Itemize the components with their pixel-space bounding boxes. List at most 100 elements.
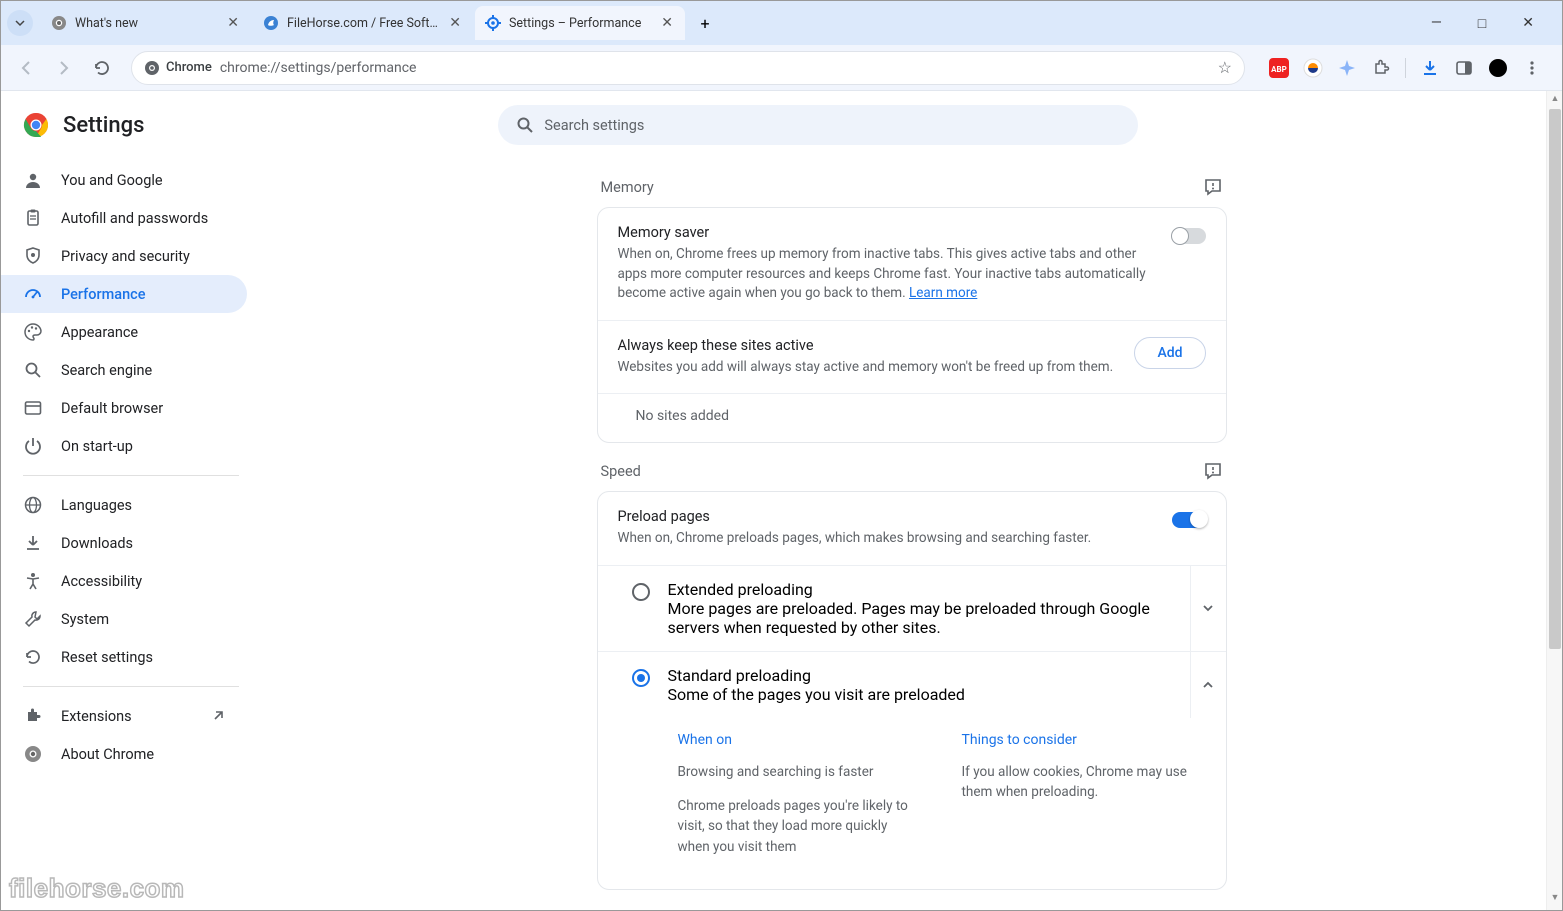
tab-whats-new[interactable]: What's new ✕ bbox=[41, 6, 251, 40]
clipboard-icon bbox=[23, 208, 43, 228]
close-tab-icon[interactable]: ✕ bbox=[447, 15, 463, 31]
maximize-button[interactable]: □ bbox=[1470, 11, 1494, 36]
close-window-button[interactable]: ✕ bbox=[1514, 11, 1542, 36]
scroll-down-arrow-icon[interactable]: ▼ bbox=[1547, 892, 1562, 908]
url-text: chrome://settings/performance bbox=[220, 60, 1210, 76]
omnibox[interactable]: Chrome chrome://settings/performance ☆ bbox=[131, 51, 1245, 85]
bookmark-star-icon[interactable]: ☆ bbox=[1218, 58, 1232, 77]
speed-card: Preload pages When on, Chrome preloads p… bbox=[597, 491, 1227, 890]
downloads-icon[interactable] bbox=[1420, 58, 1440, 78]
sidebar-item-label: You and Google bbox=[61, 172, 163, 189]
sidebar-item-appearance[interactable]: Appearance bbox=[1, 313, 247, 351]
memory-saver-desc: When on, Chrome frees up memory from ina… bbox=[618, 245, 1154, 304]
sidebar-item-autofill-and-passwords[interactable]: Autofill and passwords bbox=[1, 199, 247, 237]
similarweb-icon[interactable] bbox=[1303, 58, 1323, 78]
sidebar-item-label: Accessibility bbox=[61, 573, 142, 590]
section-heading-speed: Speed bbox=[601, 463, 641, 480]
standard-title: Standard preloading bbox=[668, 666, 1172, 685]
memory-saver-toggle[interactable] bbox=[1172, 228, 1206, 244]
chrome-menu-icon[interactable] bbox=[1522, 58, 1542, 78]
forward-button[interactable] bbox=[49, 53, 79, 83]
sidebar-item-you-and-google[interactable]: You and Google bbox=[1, 161, 247, 199]
settings-header: Settings Search settings bbox=[1, 91, 1562, 151]
sidebar-item-label: About Chrome bbox=[61, 746, 154, 763]
shield-icon bbox=[23, 246, 43, 266]
sidebar-item-label: Search engine bbox=[61, 362, 152, 379]
sidebar-item-label: Downloads bbox=[61, 535, 133, 552]
a11y-icon bbox=[23, 571, 43, 591]
when-on-text-1: Browsing and searching is faster bbox=[678, 762, 922, 782]
person-icon bbox=[23, 170, 43, 190]
download-icon bbox=[23, 533, 43, 553]
sidebar-item-on-start-up[interactable]: On start-up bbox=[1, 427, 247, 465]
sparkle-icon[interactable] bbox=[1337, 58, 1357, 78]
standard-preloading-option[interactable]: Standard preloading Some of the pages yo… bbox=[598, 652, 1226, 718]
sidebar-item-search-engine[interactable]: Search engine bbox=[1, 351, 247, 389]
gear-blue-icon bbox=[485, 15, 501, 31]
sidebar-item-label: Reset settings bbox=[61, 649, 153, 666]
ext-icon bbox=[23, 706, 43, 726]
scrollbar-thumb[interactable] bbox=[1549, 109, 1561, 649]
chrome-gray-icon bbox=[51, 15, 67, 31]
reload-button[interactable] bbox=[87, 53, 117, 83]
sidebar-item-label: Languages bbox=[61, 497, 132, 514]
extended-desc: More pages are preloaded. Pages may be p… bbox=[668, 599, 1172, 637]
sidebar-item-label: Extensions bbox=[61, 708, 132, 725]
new-tab-button[interactable]: + bbox=[691, 9, 719, 37]
tab-filehorse[interactable]: FileHorse.com / Free Software ✕ bbox=[253, 6, 473, 40]
browser-toolbar: Chrome chrome://settings/performance ☆ A… bbox=[1, 45, 1562, 91]
feedback-icon[interactable] bbox=[1203, 177, 1223, 197]
sidebar-item-about-chrome[interactable]: About Chrome bbox=[1, 735, 247, 773]
vertical-scrollbar[interactable]: ▲ ▼ bbox=[1546, 91, 1562, 910]
sidebar-item-accessibility[interactable]: Accessibility bbox=[1, 562, 247, 600]
preload-toggle[interactable] bbox=[1172, 512, 1206, 528]
close-tab-icon[interactable]: ✕ bbox=[659, 15, 675, 31]
profile-avatar-icon[interactable] bbox=[1488, 58, 1508, 78]
sidebar-item-default-browser[interactable]: Default browser bbox=[1, 389, 247, 427]
collapse-icon[interactable] bbox=[1190, 652, 1226, 718]
extensions-puzzle-icon[interactable] bbox=[1371, 58, 1391, 78]
extended-preloading-option[interactable]: Extended preloading More pages are prelo… bbox=[598, 566, 1226, 652]
close-tab-icon[interactable]: ✕ bbox=[225, 15, 241, 31]
search-icon bbox=[23, 360, 43, 380]
toolbar-divider bbox=[1405, 58, 1406, 78]
chrome-logo-icon bbox=[23, 112, 49, 138]
sidebar-item-performance[interactable]: Performance bbox=[1, 275, 247, 313]
site-chip: Chrome bbox=[144, 60, 212, 76]
expand-icon[interactable] bbox=[1190, 566, 1226, 651]
when-on-heading: When on bbox=[678, 732, 922, 748]
settings-pane: Memory Memory saver When on, Chrome free… bbox=[261, 151, 1562, 910]
minimize-button[interactable]: — bbox=[1423, 11, 1450, 36]
feedback-icon[interactable] bbox=[1203, 461, 1223, 481]
svg-text:ABP: ABP bbox=[1271, 65, 1287, 74]
side-panel-icon[interactable] bbox=[1454, 58, 1474, 78]
standard-desc: Some of the pages you visit are preloade… bbox=[668, 685, 1172, 704]
speed-icon bbox=[23, 284, 43, 304]
radio-selected-icon[interactable] bbox=[632, 669, 650, 687]
search-icon bbox=[516, 116, 534, 134]
section-heading-memory: Memory bbox=[601, 179, 654, 196]
sidebar-item-label: Appearance bbox=[61, 324, 138, 341]
back-button[interactable] bbox=[11, 53, 41, 83]
when-on-text-2: Chrome preloads pages you're likely to v… bbox=[678, 796, 922, 857]
search-settings-input[interactable]: Search settings bbox=[498, 105, 1138, 145]
tab-settings-performance[interactable]: Settings – Performance ✕ bbox=[475, 6, 685, 40]
scroll-up-arrow-icon[interactable]: ▲ bbox=[1547, 93, 1562, 109]
site-chip-label: Chrome bbox=[166, 60, 212, 75]
learn-more-link[interactable]: Learn more bbox=[909, 285, 977, 301]
sidebar-item-label: Privacy and security bbox=[61, 248, 190, 265]
sidebar-item-system[interactable]: System bbox=[1, 600, 247, 638]
tab-strip: What's new ✕ FileHorse.com / Free Softwa… bbox=[1, 1, 1562, 45]
sidebar-item-downloads[interactable]: Downloads bbox=[1, 524, 247, 562]
palette-icon bbox=[23, 322, 43, 342]
abp-icon[interactable]: ABP bbox=[1269, 58, 1289, 78]
tab-search-button[interactable] bbox=[7, 10, 33, 36]
sidebar-item-languages[interactable]: Languages bbox=[1, 486, 247, 524]
sidebar-item-privacy-and-security[interactable]: Privacy and security bbox=[1, 237, 247, 275]
sidebar-item-extensions[interactable]: Extensions bbox=[1, 697, 247, 735]
add-site-button[interactable]: Add bbox=[1134, 337, 1205, 369]
globe-icon bbox=[23, 495, 43, 515]
radio-unselected-icon[interactable] bbox=[632, 583, 650, 601]
power-icon bbox=[23, 436, 43, 456]
sidebar-item-reset-settings[interactable]: Reset settings bbox=[1, 638, 247, 676]
